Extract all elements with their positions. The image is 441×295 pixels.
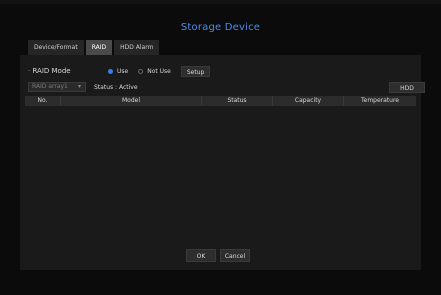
array-row: RAID array1 ▾ Status : Active	[28, 82, 138, 92]
top-strip	[0, 0, 441, 4]
ok-button[interactable]: OK	[186, 249, 216, 262]
not-use-radio[interactable]	[138, 68, 144, 74]
col-status: Status	[202, 96, 273, 106]
cancel-button[interactable]: Cancel	[220, 249, 250, 262]
dialog-footer: OK Cancel	[186, 249, 250, 262]
use-radio-label: Use	[117, 67, 129, 75]
col-temperature: Temperature	[360, 97, 399, 104]
tab-bar: Device/Format RAID HDD Alarm	[28, 40, 160, 55]
use-radio[interactable]	[108, 68, 113, 74]
raid-mode-label: · RAID Mode	[28, 67, 71, 75]
hdd-map-button[interactable]: HDD Map	[389, 82, 425, 103]
chevron-down-icon: ▾	[77, 83, 81, 90]
array-status: Status : Active	[94, 83, 138, 91]
setup-button[interactable]: Setup	[180, 65, 211, 77]
col-no: No.	[25, 96, 61, 106]
raid-array-value: RAID array1	[32, 83, 68, 90]
not-use-radio-label: Not Use	[147, 67, 171, 75]
raid-array-select[interactable]: RAID array1 ▾	[28, 82, 86, 92]
tab-hdd-alarm[interactable]: HDD Alarm	[114, 40, 160, 55]
tab-raid[interactable]: RAID	[85, 40, 113, 55]
page-title: Storage Device	[180, 22, 261, 33]
col-capacity: Capacity	[273, 96, 344, 106]
tab-device-format[interactable]: Device/Format	[28, 40, 84, 55]
raid-mode-row: · RAID Mode Use Not Use Setup	[28, 64, 211, 78]
col-model: Model	[61, 96, 202, 106]
table-header: No. Model Status Capacity Temperature	[25, 96, 416, 106]
